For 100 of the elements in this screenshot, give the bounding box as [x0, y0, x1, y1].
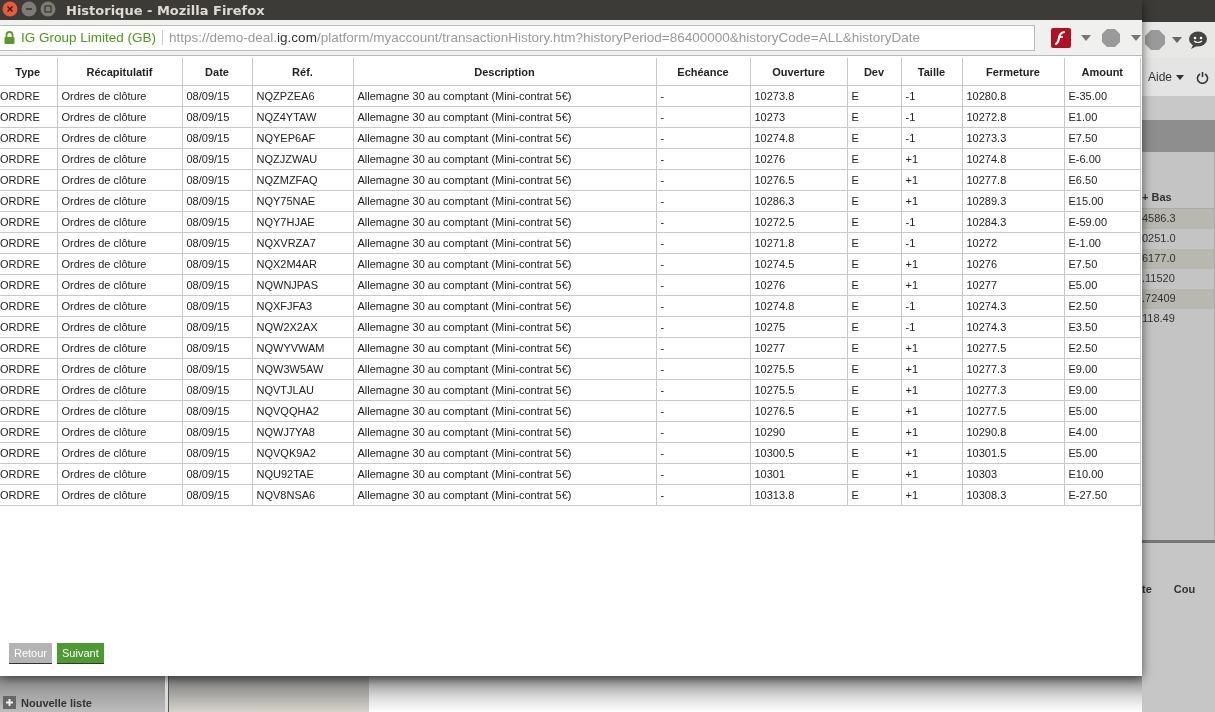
- table-cell: E3.50: [1064, 316, 1141, 338]
- table-cell: Allemagne 30 au comptant (Mini-contrat 5€): [353, 148, 656, 170]
- table-cell: -: [656, 316, 750, 338]
- table-cell: 08/09/15: [182, 85, 252, 107]
- table-cell: -: [656, 463, 750, 485]
- table-cell: ORDRE: [0, 106, 57, 128]
- table-cell: Ordres de clôture: [57, 148, 182, 170]
- table-cell: ORDRE: [0, 484, 57, 506]
- table-cell: 10274.5: [750, 253, 847, 275]
- table-cell: Ordres de clôture: [57, 484, 182, 506]
- table-cell: Ordres de clôture: [57, 421, 182, 443]
- table-cell: Allemagne 30 au comptant (Mini-contrat 5€): [353, 484, 656, 506]
- table-cell: NQX2M4AR: [252, 253, 353, 275]
- table-cell: 10301.5: [962, 442, 1064, 464]
- table-cell: ORDRE: [0, 127, 57, 149]
- table-cell: 10275: [750, 316, 847, 338]
- table-cell: -: [656, 337, 750, 359]
- flash-icon[interactable]: [1051, 27, 1071, 48]
- table-cell: -1: [901, 295, 962, 317]
- table-cell: -: [656, 295, 750, 317]
- table-cell: 08/09/15: [182, 442, 252, 464]
- table-cell: ORDRE: [0, 400, 57, 422]
- table-cell: E5.00: [1064, 274, 1141, 296]
- url-field[interactable]: IG Group Limited (GB) https://demo-deal.ig.com/platform/myaccount/transactionHistory.htm?historyPeriod=86400000&historyCode=ALL&historyDate: [0, 24, 1035, 51]
- table-cell: ORDRE: [0, 379, 57, 401]
- table-cell: +1: [901, 190, 962, 212]
- table-cell: NQXFJFA3: [252, 295, 353, 317]
- table-cell: ORDRE: [0, 190, 57, 212]
- new-list-button[interactable]: Nouvelle liste: [0, 696, 95, 712]
- table-cell: E-1.00: [1064, 232, 1141, 254]
- chat-icon[interactable]: [1188, 31, 1208, 49]
- table-cell: 10272.5: [750, 211, 847, 233]
- column-header: Taille: [901, 58, 962, 86]
- help-menu[interactable]: Aide: [1148, 70, 1173, 84]
- table-cell: NQVQQHA2: [252, 400, 353, 422]
- table-cell: Ordres de clôture: [57, 442, 182, 464]
- table-cell: +1: [901, 400, 962, 422]
- table-cell: -: [656, 127, 750, 149]
- table-cell: 10273.8: [750, 85, 847, 107]
- caret-icon[interactable]: [1131, 34, 1141, 41]
- table-cell: Allemagne 30 au comptant (Mini-contrat 5€): [353, 316, 656, 338]
- column-header: Cou: [1173, 583, 1196, 595]
- table-cell: -1: [901, 211, 962, 233]
- table-cell: -: [656, 484, 750, 506]
- caret-icon[interactable]: [1081, 34, 1091, 41]
- table-cell: 08/09/15: [182, 379, 252, 401]
- minimize-icon[interactable]: [21, 1, 37, 17]
- maximize-icon[interactable]: [40, 1, 56, 17]
- table-cell: Allemagne 30 au comptant (Mini-contrat 5€): [353, 337, 656, 359]
- table-cell: E: [847, 463, 901, 485]
- close-icon[interactable]: [2, 1, 18, 17]
- table-cell: 08/09/15: [182, 127, 252, 149]
- table-cell: Ordres de clôture: [57, 463, 182, 485]
- table-cell: 10276: [750, 148, 847, 170]
- price-cell: .72409: [1142, 289, 1214, 309]
- table-cell: E4.00: [1064, 421, 1141, 443]
- table-cell: 08/09/15: [182, 484, 252, 506]
- table-cell: E15.00: [1064, 190, 1141, 212]
- table-cell: 10275.5: [750, 358, 847, 380]
- table-cell: E: [847, 148, 901, 170]
- table-cell: E9.00: [1064, 358, 1141, 380]
- price-cell-text: .11520: [1142, 271, 1176, 286]
- table-cell: 10274.8: [962, 148, 1064, 170]
- table-cell: Ordres de clôture: [57, 169, 182, 191]
- column-header: Dev: [847, 58, 901, 86]
- table-cell: -: [656, 274, 750, 296]
- table-cell: 10277.3: [962, 358, 1064, 380]
- table-cell: +1: [901, 463, 962, 485]
- caret-icon[interactable]: [1172, 37, 1182, 43]
- column-header: Amount: [1064, 58, 1141, 86]
- table-cell: E: [847, 232, 901, 254]
- table-cell: NQY7HJAE: [252, 211, 353, 233]
- adblock-icon[interactable]: [1144, 29, 1166, 51]
- table-cell: ORDRE: [0, 295, 57, 317]
- table-cell: 08/09/15: [182, 463, 252, 485]
- table-cell: Allemagne 30 au comptant (Mini-contrat 5€): [353, 253, 656, 275]
- table-cell: Allemagne 30 au comptant (Mini-contrat 5€): [353, 190, 656, 212]
- price-cell-text: 118.49: [1142, 311, 1176, 326]
- table-cell: +1: [901, 379, 962, 401]
- table-cell: 08/09/15: [182, 148, 252, 170]
- column-header: Echéance: [656, 58, 750, 86]
- table-cell: ORDRE: [0, 337, 57, 359]
- table-cell: E: [847, 295, 901, 317]
- table-cell: NQZMZFAQ: [252, 169, 353, 191]
- table-cell: 08/09/15: [182, 106, 252, 128]
- pagination-button[interactable]: Suivant: [57, 643, 104, 664]
- table-cell: Allemagne 30 au comptant (Mini-contrat 5€): [353, 463, 656, 485]
- table-cell: 10272.8: [962, 106, 1064, 128]
- table-cell: E: [847, 127, 901, 149]
- table-cell: 10308.3: [962, 484, 1064, 506]
- table-cell: Ordres de clôture: [57, 127, 182, 149]
- table-cell: 08/09/15: [182, 295, 252, 317]
- table-cell: -: [656, 232, 750, 254]
- table-cell: 10271.8: [750, 232, 847, 254]
- table-cell: NQW2X2AX: [252, 316, 353, 338]
- table-cell: 08/09/15: [182, 358, 252, 380]
- table-cell: +1: [901, 169, 962, 191]
- power-icon[interactable]: [1196, 70, 1210, 84]
- table-cell: Ordres de clôture: [57, 211, 182, 233]
- adblock-icon[interactable]: [1101, 27, 1121, 48]
